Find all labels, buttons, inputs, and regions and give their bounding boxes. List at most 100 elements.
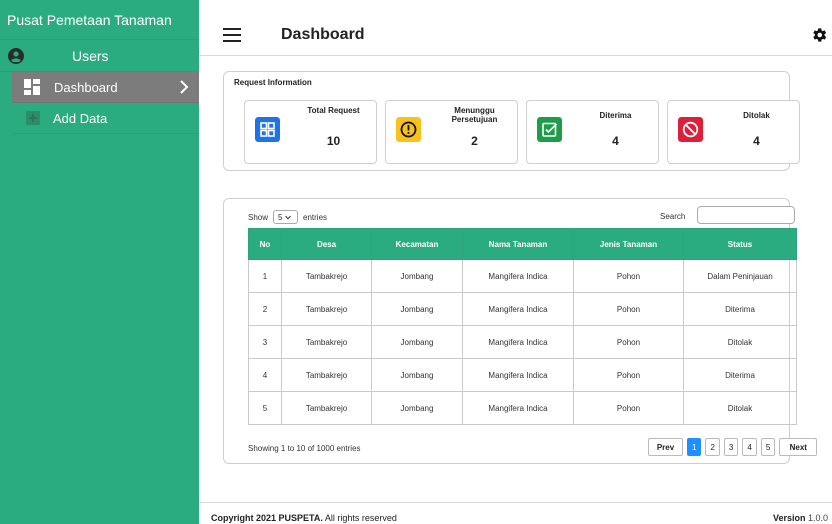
cell-kecamatan: Jombang: [371, 259, 463, 293]
copyright-suffix: All rights reserved: [324, 513, 397, 523]
sidebar-user-label: Users: [72, 47, 109, 64]
stat-label: Total Request: [307, 106, 360, 115]
requests-table-card: Show 5 entries Search No Desa Kecamatan …: [223, 198, 818, 464]
block-icon: [678, 117, 703, 142]
cell-no: 1: [248, 259, 282, 293]
gear-icon[interactable]: [810, 26, 828, 44]
stat-menunggu-persetujuan: Menunggu Persetujuan 2: [385, 100, 518, 164]
cell-desa: Tambakrejo: [281, 292, 372, 326]
sidebar: Pusat Pemetaan Tanaman Users Dashboard A…: [0, 0, 199, 524]
stat-ditolak: Ditolak 4: [667, 100, 800, 164]
main-content: Request Information Total Request 10 Men…: [199, 57, 832, 501]
pagination: Prev 1 2 3 4 5 Next: [648, 438, 818, 456]
cell-kecamatan: Jombang: [371, 292, 463, 326]
entries-label: entries: [303, 212, 328, 222]
stat-value: 10: [326, 134, 341, 148]
cell-nama-tanaman: Mangifera Indica: [462, 292, 574, 326]
alert-circle-icon: [396, 117, 421, 142]
column-header[interactable]: Kecamatan: [371, 228, 463, 260]
cell-jenis-tanaman: Pohon: [573, 292, 684, 326]
column-header[interactable]: Nama Tanaman: [462, 228, 574, 260]
cell-jenis-tanaman: Pohon: [573, 259, 684, 293]
footer: Copyright 2021 PUSPETA. All rights reser…: [199, 502, 832, 524]
cell-kecamatan: Jombang: [371, 358, 463, 392]
table-row[interactable]: 3 Tambakrejo Jombang Mangifera Indica Po…: [248, 325, 797, 359]
next-page-button[interactable]: Next: [779, 438, 818, 456]
column-header[interactable]: Jenis Tanaman: [573, 228, 684, 260]
sidebar-item-label: Add Data: [53, 110, 108, 126]
check-square-icon: [537, 117, 562, 142]
column-header[interactable]: Status: [683, 228, 797, 260]
cell-no: 5: [248, 391, 282, 425]
hamburger-icon[interactable]: [223, 28, 241, 42]
cell-status: Ditolak: [683, 325, 797, 359]
user-avatar-icon: [8, 47, 24, 64]
stat-total-request: Total Request 10: [244, 100, 377, 164]
cell-kecamatan: Jombang: [371, 325, 463, 359]
app-brand[interactable]: Pusat Pemetaan Tanaman: [0, 0, 199, 40]
sidebar-item-dashboard[interactable]: Dashboard: [12, 72, 199, 103]
cell-desa: Tambakrejo: [281, 358, 372, 392]
copyright-text: Copyright 2021 PUSPETA. All rights reser…: [211, 513, 397, 523]
stat-label: Diterima: [599, 111, 632, 120]
stat-label: Menunggu Persetujuan: [451, 106, 498, 124]
cell-no: 4: [248, 358, 282, 392]
cell-nama-tanaman: Mangifera Indica: [462, 391, 574, 425]
stat-value: 4: [612, 134, 619, 148]
request-information-title: Request Information: [234, 78, 312, 87]
stat-value: 2: [471, 134, 478, 148]
sidebar-item-add-data[interactable]: Add Data: [12, 103, 199, 134]
sidebar-item-label: Dashboard: [54, 79, 118, 95]
column-header[interactable]: Desa: [281, 228, 372, 260]
page-button-3[interactable]: 3: [723, 438, 739, 456]
entries-select-value: 5: [278, 212, 283, 222]
column-header[interactable]: No: [248, 228, 282, 260]
table-row[interactable]: 4 Tambakrejo Jombang Mangifera Indica Po…: [248, 358, 797, 392]
stat-diterima: Diterima 4: [526, 100, 659, 164]
grid-icon: [255, 117, 280, 142]
cell-desa: Tambakrejo: [281, 325, 372, 359]
cell-desa: Tambakrejo: [281, 259, 372, 293]
sidebar-user[interactable]: Users: [0, 40, 199, 72]
cell-desa: Tambakrejo: [281, 391, 372, 425]
page-button-2[interactable]: 2: [705, 438, 720, 456]
table-header-row: No Desa Kecamatan Nama Tanaman Jenis Tan…: [248, 228, 797, 260]
page-title: Dashboard: [281, 26, 365, 43]
cell-status: Diterima: [683, 358, 797, 392]
version-value: 1.0.0: [807, 513, 828, 523]
entries-select[interactable]: 5: [273, 210, 299, 224]
table-row[interactable]: 5 Tambakrejo Jombang Mangifera Indica Po…: [248, 391, 797, 425]
prev-page-button[interactable]: Prev: [648, 438, 683, 456]
version-label: Version: [772, 513, 806, 523]
requests-table: No Desa Kecamatan Nama Tanaman Jenis Tan…: [248, 228, 797, 425]
stat-label: Ditolak: [743, 111, 770, 120]
page-button-5[interactable]: 5: [760, 438, 776, 456]
entries-control: Show 5 entries: [248, 209, 327, 225]
cell-jenis-tanaman: Pohon: [573, 325, 684, 359]
table-row[interactable]: 1 Tambakrejo Jombang Mangifera Indica Po…: [248, 259, 797, 293]
request-information-card: Request Information Total Request 10 Men…: [223, 71, 800, 171]
cell-status: Dalam Peninjauan: [683, 259, 797, 293]
copyright-prefix: Copyright 2021 PUSPETA.: [211, 513, 323, 523]
table-row[interactable]: 2 Tambakrejo Jombang Mangifera Indica Po…: [248, 292, 797, 326]
cell-status: Ditolak: [683, 391, 797, 425]
chevron-down-icon: [285, 215, 292, 220]
cell-nama-tanaman: Mangifera Indica: [462, 358, 574, 392]
search-input[interactable]: [697, 206, 795, 224]
dashboard-icon: [24, 79, 40, 95]
add-box-icon: [26, 111, 40, 125]
page-button-4[interactable]: 4: [742, 438, 757, 456]
cell-nama-tanaman: Mangifera Indica: [462, 325, 574, 359]
cell-no: 2: [248, 292, 282, 326]
chevron-right-icon: [180, 80, 189, 94]
top-bar: Dashboard: [199, 0, 832, 56]
cell-kecamatan: Jombang: [371, 391, 463, 425]
showing-entries-text: Showing 1 to 10 of 1000 entries: [248, 444, 361, 453]
cell-status: Diterima: [683, 292, 797, 326]
version-text: Version 1.0.0: [773, 513, 828, 523]
page-button-1[interactable]: 1: [687, 438, 702, 456]
cell-jenis-tanaman: Pohon: [573, 391, 684, 425]
cell-nama-tanaman: Mangifera Indica: [462, 259, 574, 293]
show-label: Show: [248, 212, 269, 222]
search-label: Search: [660, 212, 686, 221]
